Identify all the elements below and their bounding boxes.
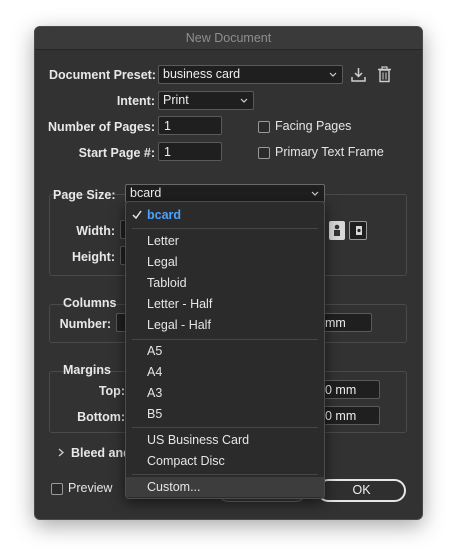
margin-bottom-label: Bottom:	[77, 410, 125, 424]
menu-separator	[132, 228, 318, 229]
menu-item-legal-half[interactable]: Legal - Half	[126, 315, 324, 335]
bleed-slug-label[interactable]: Bleed and	[71, 446, 131, 460]
intent-value: Print	[163, 93, 189, 107]
preview-checkbox[interactable]	[51, 483, 63, 495]
portrait-orientation-icon[interactable]	[329, 221, 345, 240]
facing-pages-label: Facing Pages	[275, 119, 352, 133]
menu-item-a5[interactable]: A5	[126, 341, 324, 361]
margin-top-input[interactable]: 0 mm	[319, 380, 380, 399]
menu-item-bcard[interactable]: bcard	[126, 205, 324, 225]
menu-item-us-business-card[interactable]: US Business Card	[126, 430, 324, 450]
trash-icon[interactable]	[377, 66, 392, 83]
page-size-menu: bcard Letter Legal Tabloid Letter - Half…	[125, 201, 325, 499]
menu-separator	[132, 339, 318, 340]
menu-separator	[132, 427, 318, 428]
save-preset-icon[interactable]	[350, 66, 367, 83]
menu-item-a4[interactable]: A4	[126, 362, 324, 382]
chevron-right-icon[interactable]	[57, 447, 65, 458]
start-page-label: Start Page #:	[78, 146, 155, 160]
intent-select[interactable]: Print	[158, 91, 254, 110]
chevron-down-icon	[240, 98, 248, 103]
facing-pages-checkbox[interactable]	[258, 121, 270, 133]
preset-label: Document Preset:	[49, 68, 156, 82]
menu-item-tabloid[interactable]: Tabloid	[126, 273, 324, 293]
checkmark-icon	[132, 210, 142, 220]
menu-item-legal[interactable]: Legal	[126, 252, 324, 272]
window-title: New Document	[35, 27, 422, 50]
start-page-input[interactable]: 1	[158, 142, 222, 161]
menu-item-compact-disc[interactable]: Compact Disc	[126, 451, 324, 471]
chevron-down-icon	[329, 72, 337, 77]
page-size-value: bcard	[130, 186, 162, 200]
margin-top-label: Top:	[98, 384, 125, 398]
gutter-input[interactable]: mm	[319, 313, 372, 332]
preview-label: Preview	[68, 481, 113, 495]
margins-title: Margins	[63, 363, 111, 377]
preset-select[interactable]: business card	[158, 65, 343, 84]
width-label: Width:	[76, 224, 115, 238]
columns-number-label: Number:	[59, 317, 111, 331]
primary-text-frame-checkbox[interactable]	[258, 147, 270, 159]
page-size-label: Page Size:	[53, 188, 116, 202]
preset-value: business card	[163, 67, 241, 81]
menu-item-letter[interactable]: Letter	[126, 231, 324, 251]
intent-label: Intent:	[116, 94, 155, 108]
primary-text-frame-label: Primary Text Frame	[275, 145, 384, 159]
menu-separator	[132, 474, 318, 475]
menu-item-a3[interactable]: A3	[126, 383, 324, 403]
menu-item-letter-half[interactable]: Letter - Half	[126, 294, 324, 314]
chevron-down-icon	[311, 191, 319, 196]
pages-label: Number of Pages:	[48, 120, 155, 134]
pages-input[interactable]: 1	[158, 116, 222, 135]
menu-item-custom[interactable]: Custom...	[126, 477, 324, 497]
landscape-orientation-icon[interactable]	[349, 221, 367, 240]
columns-title: Columns	[63, 296, 117, 310]
menu-item-b5[interactable]: B5	[126, 404, 324, 424]
margin-bottom-input[interactable]: 0 mm	[319, 406, 380, 425]
ok-button[interactable]: OK	[317, 479, 406, 502]
height-label: Height:	[71, 250, 115, 264]
